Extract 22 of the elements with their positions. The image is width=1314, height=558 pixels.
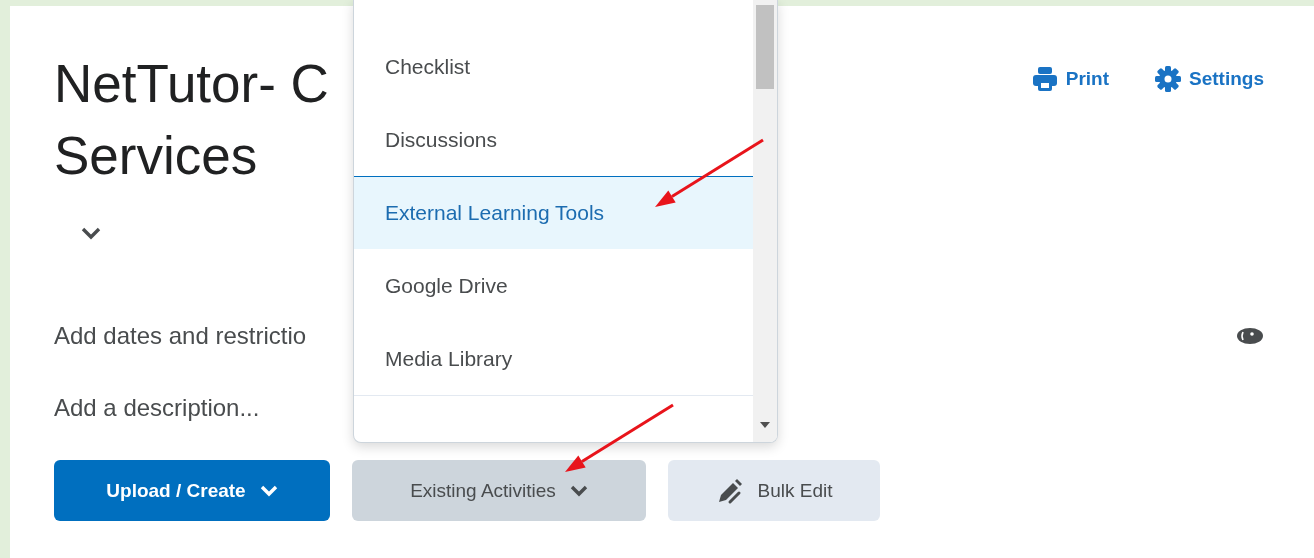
dates-restrictions-link[interactable]: Add dates and restrictio <box>54 322 307 350</box>
page-title: NetTutor- C Services <box>54 53 329 187</box>
action-button[interactable]: Bulk Edit <box>668 460 880 521</box>
print-link[interactable]: Print <box>1031 66 1110 92</box>
menu-item[interactable]: External Learning Tools <box>354 176 753 250</box>
settings-link[interactable]: Settings <box>1155 66 1264 92</box>
scrollbar-thumb[interactable] <box>756 5 774 89</box>
action-button[interactable]: Existing Activities <box>352 460 646 521</box>
menu-item[interactable]: Discussions <box>354 103 753 177</box>
menu-item[interactable]: Google Drive <box>354 249 753 323</box>
printer-icon <box>1031 66 1058 92</box>
scroll-down-icon[interactable] <box>760 422 770 428</box>
settings-icon <box>1155 66 1182 92</box>
scrollbar[interactable] <box>753 0 777 442</box>
caret-icon <box>259 484 278 497</box>
description-placeholder[interactable]: Add a description... <box>54 394 1264 422</box>
caret-icon <box>569 484 588 497</box>
chevron-down-icon[interactable] <box>81 226 101 240</box>
eye-icon <box>1236 327 1264 345</box>
menu-item[interactable]: Media Library <box>354 322 753 396</box>
menu-item[interactable]: Checklist <box>354 30 753 104</box>
action-button[interactable]: Upload / Create <box>54 460 330 521</box>
